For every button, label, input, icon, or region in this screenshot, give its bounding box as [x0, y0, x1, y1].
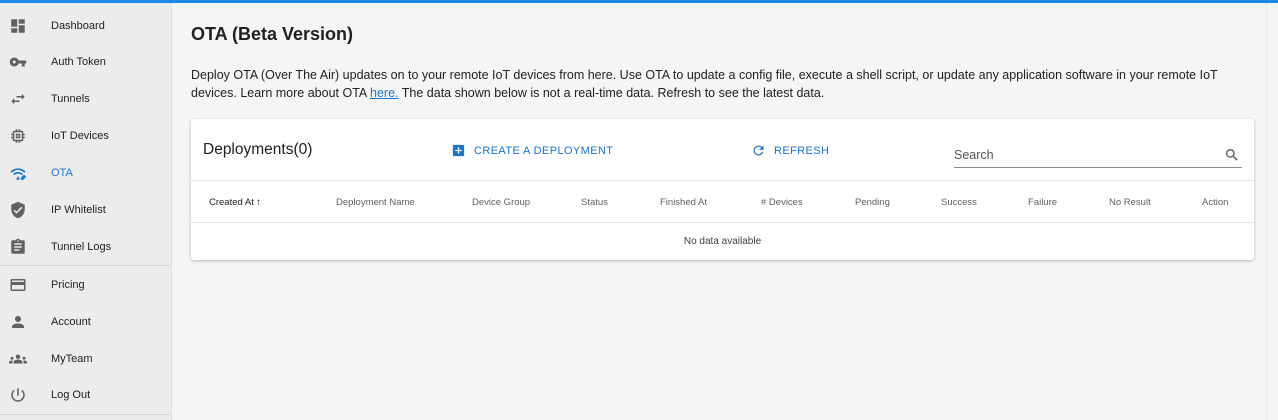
sidebar-item-label: Log Out: [51, 389, 91, 402]
column-status[interactable]: Status: [581, 197, 608, 208]
swap-icon: [0, 90, 36, 108]
sidebar-item-myteam[interactable]: MyTeam: [0, 340, 171, 377]
deployments-card: Deployments(0) CREATE A DEPLOYMENT REFRE…: [191, 119, 1254, 260]
sidebar-item-account[interactable]: Account: [0, 303, 171, 340]
sidebar-item-dashboard[interactable]: Dashboard: [0, 8, 171, 44]
column-created-at[interactable]: Created At ↑: [209, 197, 261, 208]
learn-more-link[interactable]: here.: [370, 86, 399, 100]
window-scrollbar-track[interactable]: [1266, 3, 1278, 420]
column-device-group[interactable]: Device Group: [472, 197, 530, 208]
sidebar-item-tunnels[interactable]: Tunnels: [0, 81, 171, 118]
refresh-label: REFRESH: [774, 144, 830, 157]
power-icon: [0, 386, 36, 404]
column-failure[interactable]: Failure: [1028, 197, 1057, 208]
search-box: [954, 144, 1242, 168]
top-accent-bar: [0, 0, 1278, 3]
sidebar-item-auth-token[interactable]: Auth Token: [0, 44, 171, 81]
sort-arrow-icon: ↑: [255, 197, 261, 208]
search-input[interactable]: [954, 144, 1214, 166]
deployments-title: Deployments(0): [203, 141, 313, 158]
sidebar-item-label: IoT Devices: [51, 130, 109, 143]
clipboard-icon: [0, 238, 36, 256]
column-success[interactable]: Success: [941, 197, 977, 208]
sidebar-item-label: Account: [51, 315, 91, 328]
sidebar-item-label: Pricing: [51, 278, 85, 291]
search-icon[interactable]: [1224, 147, 1240, 163]
sidebar-item-iot-devices[interactable]: IoT Devices: [0, 118, 171, 155]
page-description: Deploy OTA (Over The Air) updates on to …: [191, 66, 1263, 102]
sidebar-item-label: Auth Token: [51, 56, 106, 69]
column-devices[interactable]: # Devices: [761, 197, 803, 208]
main-content: OTA (Beta Version) Deploy OTA (Over The …: [173, 3, 1278, 420]
sidebar-item-label: IP Whitelist: [51, 204, 106, 216]
sidebar-item-label: Tunnels: [51, 93, 90, 106]
ota-icon: [0, 164, 36, 182]
sidebar-item-label: MyTeam: [51, 352, 93, 365]
credit-card-icon: [0, 276, 36, 294]
sidebar-group-account: Pricing Account MyTeam Log Out: [0, 266, 171, 415]
sidebar: Dashboard Auth Token Tunnels IoT Devices…: [0, 0, 172, 420]
sidebar-item-ota[interactable]: OTA: [0, 155, 171, 192]
person-icon: [0, 313, 36, 331]
column-pending[interactable]: Pending: [855, 197, 890, 208]
table-header: Created At ↑ Deployment Name Device Group…: [191, 180, 1254, 223]
column-action: Action: [1202, 197, 1229, 208]
add-box-icon: [452, 144, 465, 157]
refresh-icon: [753, 145, 764, 156]
shield-icon: [0, 201, 36, 219]
sidebar-item-pricing[interactable]: Pricing: [0, 266, 171, 303]
column-deployment-name[interactable]: Deployment Name: [336, 197, 415, 208]
chip-icon: [0, 127, 36, 145]
sidebar-item-label: Dashboard: [51, 20, 105, 32]
sidebar-item-ip-whitelist[interactable]: IP Whitelist: [0, 192, 171, 229]
sidebar-group-main: Dashboard Auth Token Tunnels IoT Devices…: [0, 0, 171, 267]
description-text-2: The data shown below is not a real-time …: [398, 86, 825, 100]
dashboard-icon: [0, 17, 36, 35]
sidebar-item-label: OTA: [51, 167, 73, 180]
sidebar-item-tunnel-logs[interactable]: Tunnel Logs: [0, 228, 171, 265]
page-title: OTA (Beta Version): [191, 24, 354, 44]
create-deployment-label: CREATE A DEPLOYMENT: [474, 144, 614, 157]
column-finished-at[interactable]: Finished At: [660, 197, 707, 208]
create-deployment-button[interactable]: CREATE A DEPLOYMENT: [451, 143, 613, 158]
sidebar-item-label: Tunnel Logs: [51, 240, 112, 253]
sidebar-item-log-out[interactable]: Log Out: [0, 377, 171, 414]
column-no-result[interactable]: No Result: [1109, 197, 1151, 208]
refresh-button[interactable]: REFRESH: [751, 143, 829, 158]
column-label: Created At: [209, 197, 254, 208]
key-icon: [0, 53, 36, 71]
empty-table-message: No data available: [683, 236, 762, 247]
team-icon: [0, 350, 36, 368]
